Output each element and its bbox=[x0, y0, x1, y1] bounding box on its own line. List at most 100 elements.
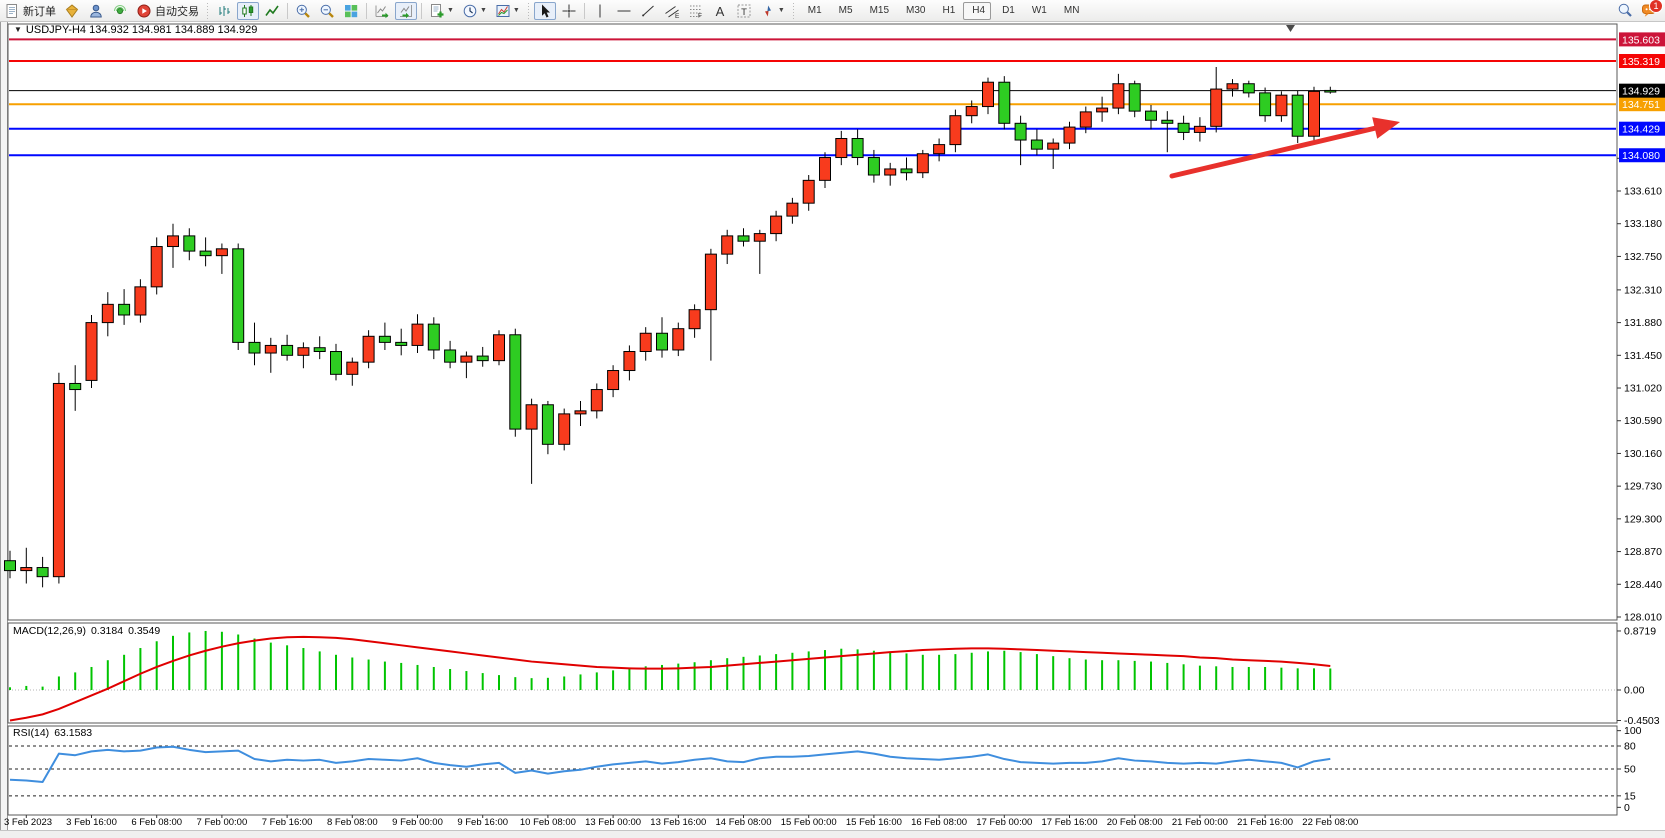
tf-h1[interactable]: H1 bbox=[933, 2, 961, 20]
chart-title-collapse-icon[interactable]: ▼ bbox=[14, 25, 22, 34]
profile-button[interactable] bbox=[85, 2, 107, 20]
date-label[interactable]: 20 Feb 08:00 bbox=[1107, 817, 1163, 828]
chevron-down-icon[interactable]: ▼ bbox=[778, 7, 785, 14]
mt4-terminal: { "toolbar": { "groups": [ {"name":"trad… bbox=[0, 0, 1665, 838]
auto-scroll-button[interactable] bbox=[371, 2, 393, 20]
price-tick-label: 129.730 bbox=[1624, 481, 1662, 493]
chevron-down-icon[interactable]: ▼ bbox=[480, 7, 487, 14]
chevron-down-icon[interactable]: ▼ bbox=[513, 7, 520, 14]
candle-body bbox=[673, 329, 684, 350]
main-price-panel[interactable] bbox=[8, 24, 1617, 620]
periods-button[interactable]: ▼ bbox=[459, 2, 490, 20]
candle-body bbox=[37, 568, 48, 577]
date-label[interactable]: 16 Feb 08:00 bbox=[911, 817, 967, 828]
candle-body bbox=[1260, 93, 1271, 116]
macd-panel[interactable] bbox=[8, 623, 1617, 723]
chart-canvas[interactable]: 134.040133.610133.180132.750132.310131.8… bbox=[0, 0, 1665, 838]
crosshair-icon bbox=[561, 3, 577, 19]
tf-m15[interactable]: M15 bbox=[861, 2, 895, 20]
trendline-button[interactable] bbox=[637, 2, 659, 20]
templates-button[interactable]: ▼ bbox=[492, 2, 523, 20]
candle-body bbox=[526, 405, 537, 429]
cursor-icon bbox=[537, 3, 553, 19]
chevron-down-icon[interactable]: ▼ bbox=[447, 7, 454, 14]
candle-body bbox=[445, 350, 456, 362]
candle-body bbox=[1162, 120, 1173, 123]
date-label[interactable]: 15 Feb 16:00 bbox=[846, 817, 902, 828]
date-label[interactable]: 13 Feb 00:00 bbox=[585, 817, 641, 828]
tf-h1-label: H1 bbox=[942, 5, 955, 16]
date-label[interactable]: 9 Feb 00:00 bbox=[392, 817, 443, 828]
date-label[interactable]: 8 Feb 08:00 bbox=[327, 817, 378, 828]
tf-w1[interactable]: W1 bbox=[1023, 2, 1053, 20]
candle-body bbox=[53, 383, 64, 576]
macd-value-signal: 0.3549 bbox=[128, 625, 160, 637]
arrows-button[interactable]: ▼ bbox=[757, 2, 788, 20]
date-label[interactable]: 21 Feb 16:00 bbox=[1237, 817, 1293, 828]
zoomout-icon bbox=[319, 3, 335, 19]
labelT-icon: T bbox=[736, 3, 752, 19]
candle-body bbox=[21, 568, 32, 571]
chat-button[interactable]: 1 bbox=[1638, 1, 1660, 19]
current-price-badge-label: 134.929 bbox=[1622, 86, 1660, 98]
chart-title-text: USDJPY-H4 134.932 134.981 134.889 134.92… bbox=[26, 24, 257, 36]
toolbar-separator bbox=[205, 3, 210, 19]
chart-shift-button[interactable] bbox=[395, 2, 417, 20]
channel-button[interactable]: E bbox=[661, 2, 683, 20]
zoom-in-button[interactable] bbox=[292, 2, 314, 20]
person-icon bbox=[88, 3, 104, 19]
bar-chart-button[interactable] bbox=[213, 2, 235, 20]
candle-body bbox=[396, 342, 407, 345]
tf-d1[interactable]: D1 bbox=[993, 2, 1021, 20]
candle-body bbox=[168, 236, 179, 247]
tf-h4[interactable]: H4 bbox=[963, 2, 991, 20]
date-label[interactable]: 13 Feb 16:00 bbox=[650, 817, 706, 828]
rsi-panel[interactable] bbox=[8, 726, 1617, 815]
date-label[interactable]: 22 Feb 08:00 bbox=[1302, 817, 1358, 828]
date-label[interactable]: 10 Feb 08:00 bbox=[520, 817, 576, 828]
tf-m30[interactable]: M30 bbox=[897, 2, 931, 20]
text-label-button[interactable]: T bbox=[733, 2, 755, 20]
search-button[interactable] bbox=[1614, 1, 1636, 19]
candle-body bbox=[1227, 84, 1238, 89]
autotrading-button[interactable]: 自动交易 bbox=[133, 2, 202, 20]
indicators-button[interactable]: ▼ bbox=[426, 2, 457, 20]
macd-tick-label: 0.00 bbox=[1624, 685, 1645, 697]
date-label[interactable]: 21 Feb 00:00 bbox=[1172, 817, 1228, 828]
horizontal-line-button[interactable] bbox=[613, 2, 635, 20]
candle-body bbox=[575, 411, 586, 414]
doc-icon bbox=[4, 3, 20, 19]
tf-m1[interactable]: M1 bbox=[799, 2, 828, 20]
date-label[interactable]: 3 Feb 16:00 bbox=[66, 817, 117, 828]
date-label[interactable]: 6 Feb 08:00 bbox=[131, 817, 182, 828]
date-label[interactable]: 7 Feb 00:00 bbox=[197, 817, 248, 828]
candle-body bbox=[249, 342, 260, 353]
toolbar-separator bbox=[584, 3, 585, 19]
vertical-line-button[interactable] bbox=[589, 2, 611, 20]
candle-body bbox=[510, 335, 521, 429]
signals-button[interactable] bbox=[109, 2, 131, 20]
crosshair-button[interactable] bbox=[558, 2, 580, 20]
date-label[interactable]: 7 Feb 16:00 bbox=[262, 817, 313, 828]
date-label[interactable]: 3 Feb 2023 bbox=[4, 817, 52, 828]
text-button[interactable]: A bbox=[709, 2, 731, 20]
tf-mn[interactable]: MN bbox=[1055, 2, 1086, 20]
tile-windows-button[interactable] bbox=[340, 2, 362, 20]
chart-window-button[interactable] bbox=[61, 2, 83, 20]
new-order-button[interactable]: 新订单 bbox=[1, 2, 59, 20]
zoom-out-button[interactable] bbox=[316, 2, 338, 20]
date-label[interactable]: 17 Feb 16:00 bbox=[1042, 817, 1098, 828]
date-label[interactable]: 14 Feb 08:00 bbox=[716, 817, 772, 828]
candle-body bbox=[754, 234, 765, 242]
autoscroll-icon bbox=[374, 3, 390, 19]
date-label[interactable]: 15 Feb 00:00 bbox=[781, 817, 837, 828]
date-label[interactable]: 9 Feb 16:00 bbox=[457, 817, 508, 828]
price-tick-label: 133.180 bbox=[1624, 218, 1662, 230]
candle-body bbox=[999, 82, 1010, 123]
fibonacci-button[interactable]: F bbox=[685, 2, 707, 20]
date-label[interactable]: 17 Feb 00:00 bbox=[976, 817, 1032, 828]
tf-m5[interactable]: M5 bbox=[830, 2, 859, 20]
candlestick-chart-button[interactable] bbox=[237, 2, 259, 20]
cursor-button[interactable] bbox=[534, 2, 556, 20]
line-chart-button[interactable] bbox=[261, 2, 283, 20]
